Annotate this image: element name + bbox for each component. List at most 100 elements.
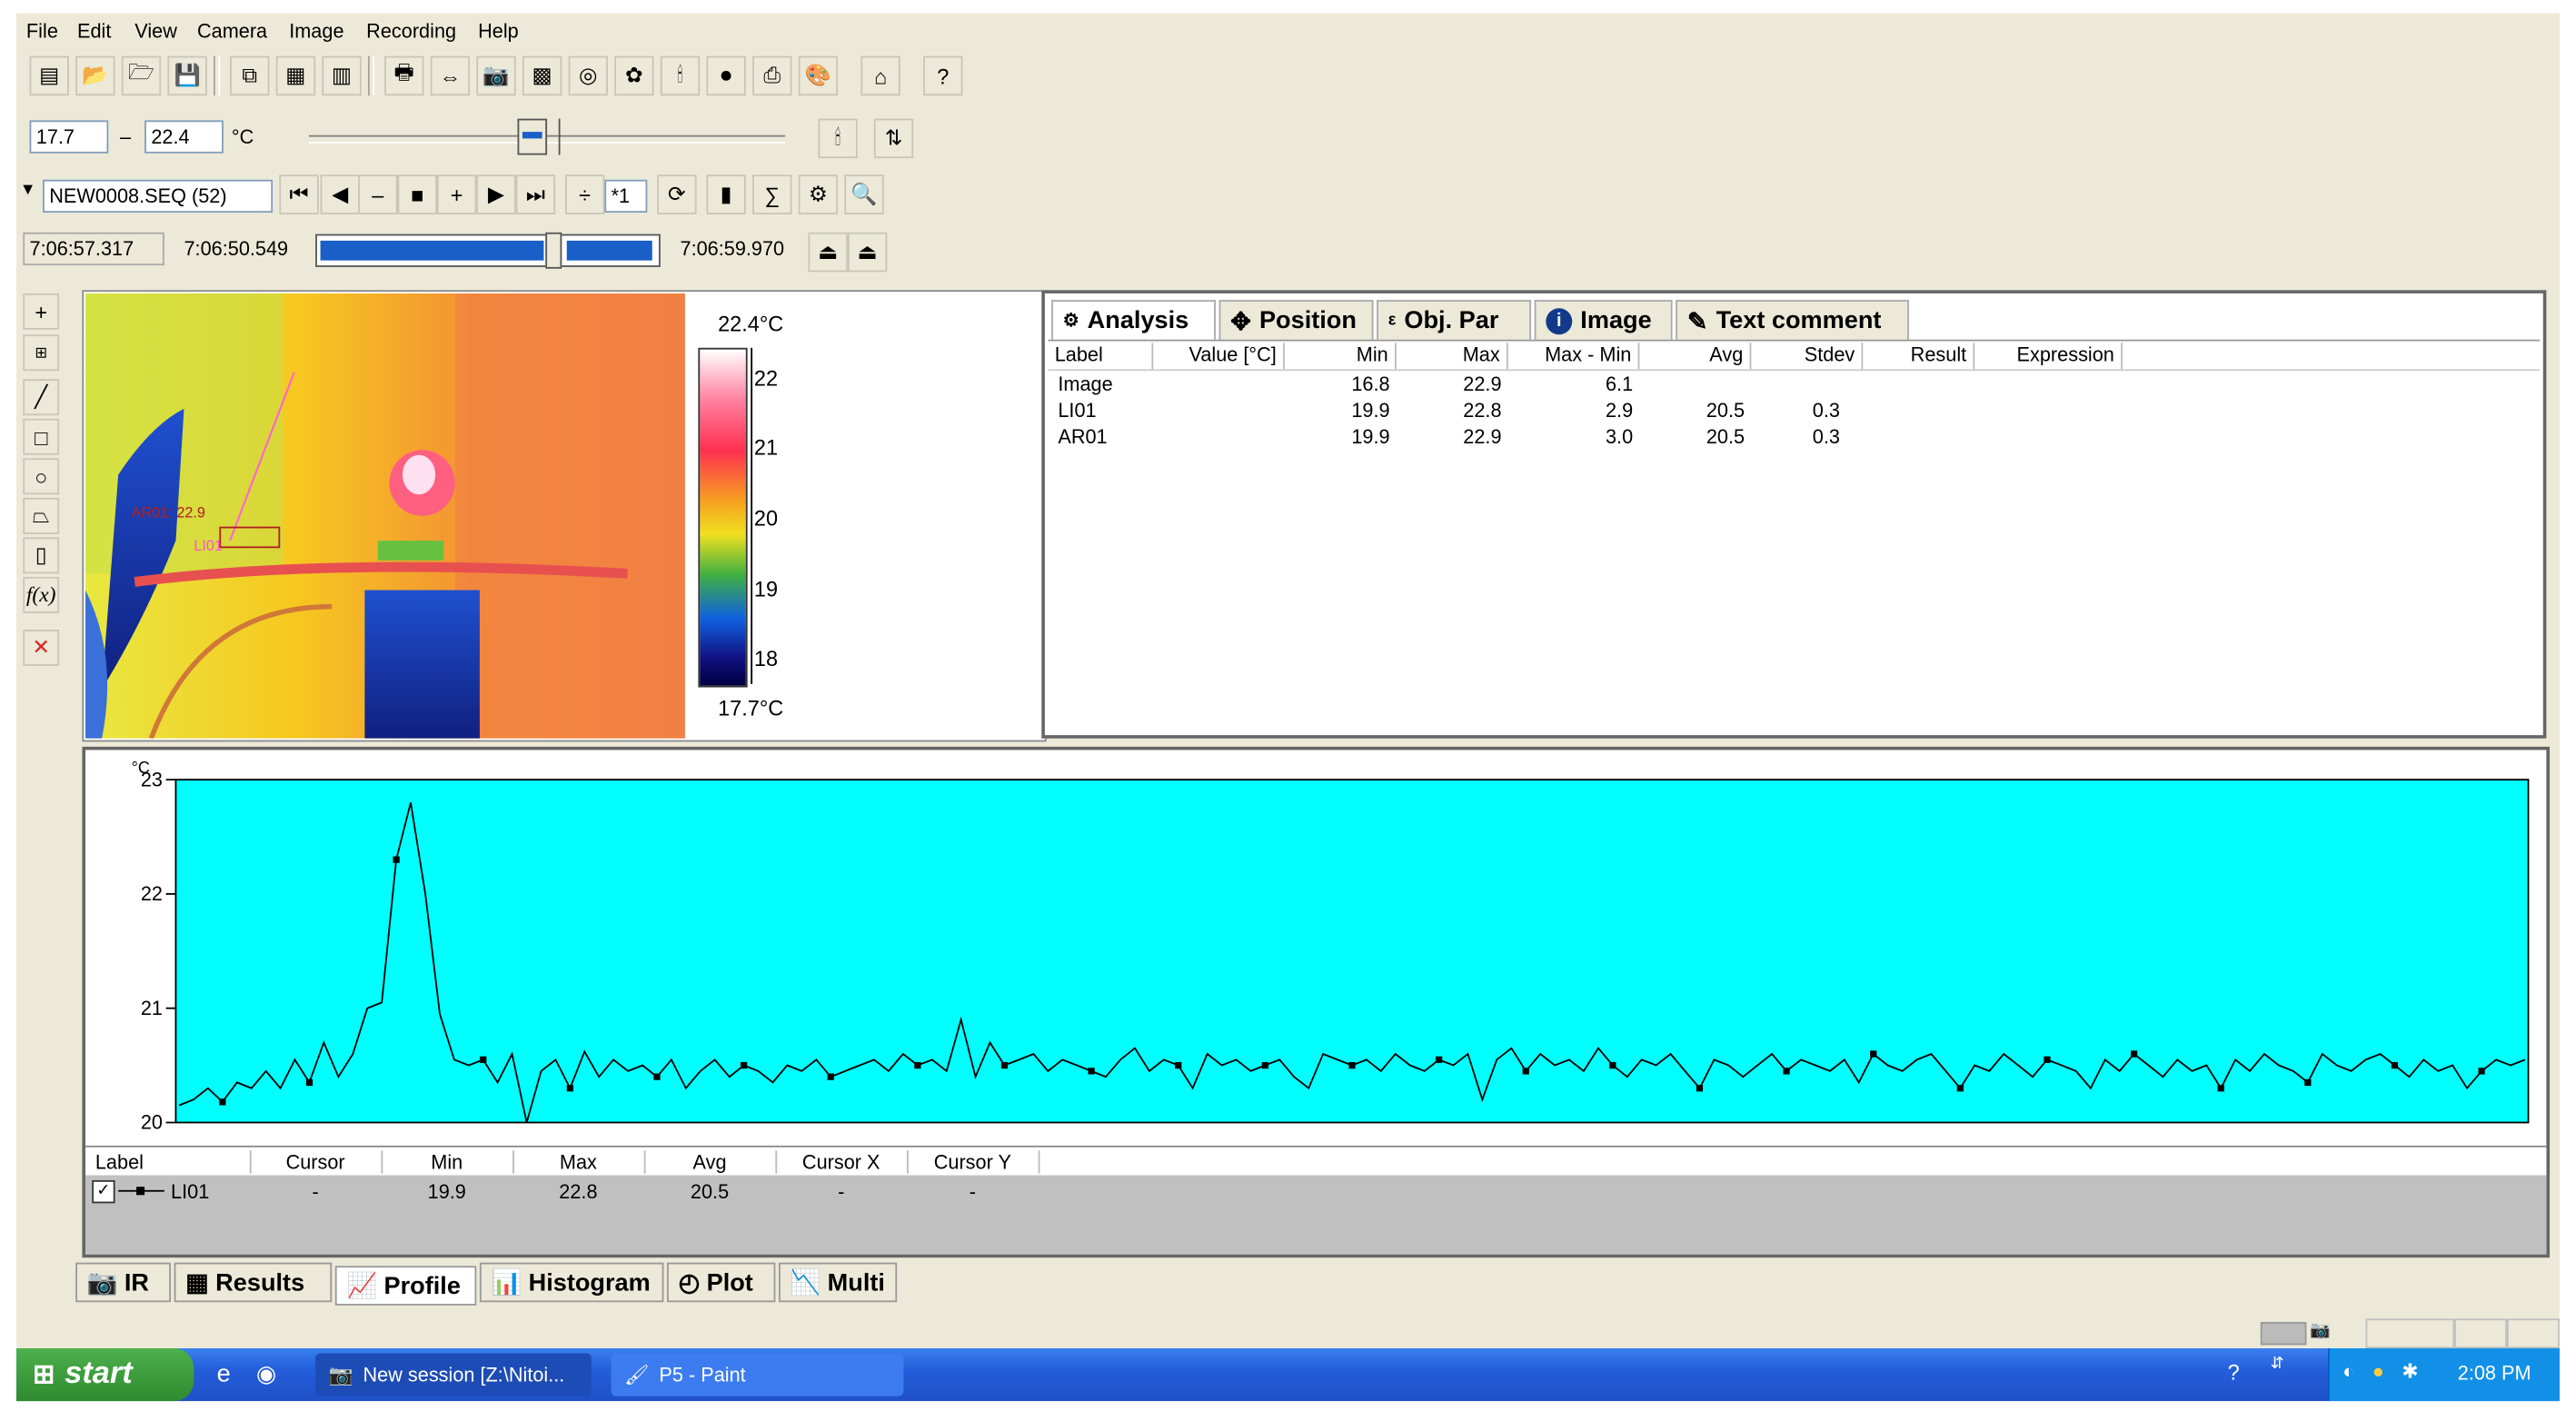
formula-tool-icon[interactable]: f(x) [23, 576, 60, 613]
tab-position[interactable]: ✥ Position [1218, 300, 1374, 340]
print-icon[interactable]: 🖶 [384, 55, 424, 96]
legend-col-cursor-y[interactable]: Cursor Y [907, 1150, 1040, 1174]
tab-plot[interactable]: ◴ Plot [667, 1262, 776, 1303]
record-icon[interactable]: ⏺ [706, 55, 746, 96]
tab-multi[interactable]: 📉 Multi [778, 1262, 898, 1303]
ie-icon[interactable]: e [217, 1360, 231, 1388]
delete-tool-icon[interactable]: ✕ [23, 630, 60, 666]
profile-chart[interactable]: °C23222120 [85, 750, 2546, 1145]
start-button[interactable]: ⊞ start [16, 1348, 194, 1402]
prev-frame-icon[interactable]: ◀ [320, 174, 360, 214]
tab-ir[interactable]: 📷 IR [75, 1262, 172, 1303]
minus-icon[interactable]: – [358, 174, 398, 214]
sequence-dropdown-icon[interactable]: ▼ [20, 182, 36, 200]
col-min[interactable]: Min [1285, 343, 1397, 370]
polygon-tool-icon[interactable]: ⏢ [23, 497, 60, 534]
tray-arrow-icon[interactable]: ⇵ [2271, 1355, 2284, 1373]
isotherm-tool-icon[interactable]: ▯ [23, 537, 60, 574]
col-expression[interactable]: Expression [1974, 343, 2123, 370]
tab-results[interactable]: ▦ Results [174, 1262, 333, 1303]
col-max-min[interactable]: Max - Min [1508, 343, 1640, 370]
legend-col-max[interactable]: Max [512, 1150, 646, 1174]
security-icon[interactable]: ✱ [2402, 1360, 2418, 1383]
swap-range-icon[interactable]: ⇅ [873, 118, 914, 159]
auto-adjust-icon[interactable]: 🕯 [818, 118, 858, 159]
last-frame-icon[interactable]: ⏭ [515, 174, 556, 214]
stop-icon[interactable]: ■ [397, 174, 437, 214]
new-icon[interactable]: ▤ [29, 55, 69, 96]
menu-file[interactable]: File [26, 20, 58, 43]
colorbar-icon[interactable]: ▮ [706, 174, 746, 214]
next-frame-icon[interactable]: ▶ [476, 174, 516, 214]
table-row[interactable]: Image 16.8 22.9 6.1 [1045, 373, 2540, 399]
box-tool-icon[interactable]: □ [23, 418, 60, 455]
tab-image[interactable]: i Image [1534, 300, 1673, 340]
menu-image[interactable]: Image [289, 20, 343, 43]
legend-col-avg[interactable]: Avg [644, 1150, 778, 1174]
range-low-input[interactable]: 17.7 [29, 120, 109, 154]
legend-col-cursor[interactable]: Cursor [250, 1150, 383, 1174]
range-slider-thumb-high[interactable] [558, 118, 573, 155]
freeze-icon[interactable]: ▩ [522, 55, 562, 96]
level-icon[interactable]: 🕯 [660, 55, 701, 96]
open-sequence-icon[interactable]: 🗁 [121, 55, 162, 96]
col-avg[interactable]: Avg [1639, 343, 1752, 370]
col-max[interactable]: Max [1397, 343, 1508, 370]
copy-icon[interactable]: ⧉ [230, 55, 270, 96]
tab-profile[interactable]: 📈 Profile [334, 1266, 477, 1306]
camera-icon[interactable]: 📷 [476, 55, 516, 96]
legend-col-label[interactable]: Label [95, 1150, 252, 1174]
menu-help[interactable]: Help [478, 20, 519, 43]
menu-edit[interactable]: Edit [77, 20, 111, 43]
fit-icon[interactable]: ⇔ [430, 55, 471, 96]
zoom-icon[interactable]: 🔍 [844, 174, 884, 214]
line-tool-icon[interactable]: ╱ [23, 379, 60, 416]
col-value[interactable]: Value [°C] [1153, 343, 1285, 370]
menu-view[interactable]: View [134, 20, 177, 43]
range-high-input[interactable]: 22.4 [144, 120, 224, 154]
focus-icon[interactable]: ◎ [568, 55, 608, 96]
speed-input[interactable]: *1 [604, 179, 648, 214]
mark-start-icon[interactable]: ⏏ [808, 232, 848, 273]
save-icon[interactable]: 💾 [167, 55, 207, 96]
time-slider[interactable] [315, 232, 661, 269]
thermal-image[interactable]: AR01: 22.9 LI01 [85, 293, 685, 739]
palette-wheel-icon[interactable]: ✿ [614, 55, 654, 96]
table-row[interactable]: AR01 19.9 22.9 3.0 20.5 0.3 [1045, 425, 2540, 452]
help-tray-icon[interactable]: ? [2228, 1360, 2240, 1385]
legend-checkbox[interactable]: ✓ [92, 1179, 115, 1204]
loop-icon[interactable]: ⟳ [657, 174, 697, 214]
settings-icon[interactable]: ⌂ [860, 55, 900, 96]
mark-end-icon[interactable]: ⏏ [847, 232, 888, 273]
col-stdev[interactable]: Stdev [1751, 343, 1864, 370]
snapshot-icon[interactable]: ⎙ [752, 55, 792, 96]
range-slider-thumb-low[interactable] [517, 118, 548, 155]
tab-histogram[interactable]: 📊 Histogram [479, 1262, 664, 1303]
menu-camera[interactable]: Camera [197, 20, 267, 43]
circle-tool-icon[interactable]: ○ [23, 458, 60, 495]
analysis-icon[interactable]: ⚙ [798, 174, 839, 214]
formula-icon[interactable]: ∑ [752, 174, 792, 214]
sequence-file-select[interactable]: NEW0008.SEQ (52) [43, 179, 274, 214]
network-icon[interactable]: ◐ [2342, 1360, 2354, 1383]
color-palette-icon[interactable]: 🎨 [798, 55, 839, 96]
legend-col-cursor-x[interactable]: Cursor X [775, 1150, 909, 1174]
speed-spinner-icon[interactable]: ÷ [564, 174, 605, 214]
legend-col-min[interactable]: Min [381, 1150, 514, 1174]
plus-icon[interactable]: + [436, 174, 477, 214]
task-paint[interactable]: 🖌 P5 - Paint [611, 1353, 904, 1396]
spot-tool-icon[interactable]: + [23, 293, 60, 330]
open-folder-icon[interactable]: 📂 [75, 55, 115, 96]
menu-recording[interactable]: Recording [366, 20, 456, 43]
table-row[interactable]: LI01 19.9 22.8 2.9 20.5 0.3 [1045, 399, 2540, 425]
quicklaunch-icon[interactable]: ◉ [256, 1360, 276, 1388]
update-icon[interactable]: ● [2372, 1360, 2384, 1383]
task-new-session[interactable]: 📷 New session [Z:\Nitoi... [315, 1353, 592, 1396]
legend-row[interactable]: ✓ LI01 - 19.9 22.8 20.5 - - [85, 1175, 2547, 1255]
help-icon[interactable]: ? [923, 55, 963, 96]
first-frame-icon[interactable]: ⏮ [279, 174, 319, 214]
copy-image-icon[interactable]: ▦ [275, 55, 316, 96]
time-slider-thumb[interactable] [545, 232, 562, 269]
tab-text-comment[interactable]: ✎ Text comment [1676, 300, 1909, 340]
spot-value-tool-icon[interactable]: ⊞ [23, 334, 60, 372]
